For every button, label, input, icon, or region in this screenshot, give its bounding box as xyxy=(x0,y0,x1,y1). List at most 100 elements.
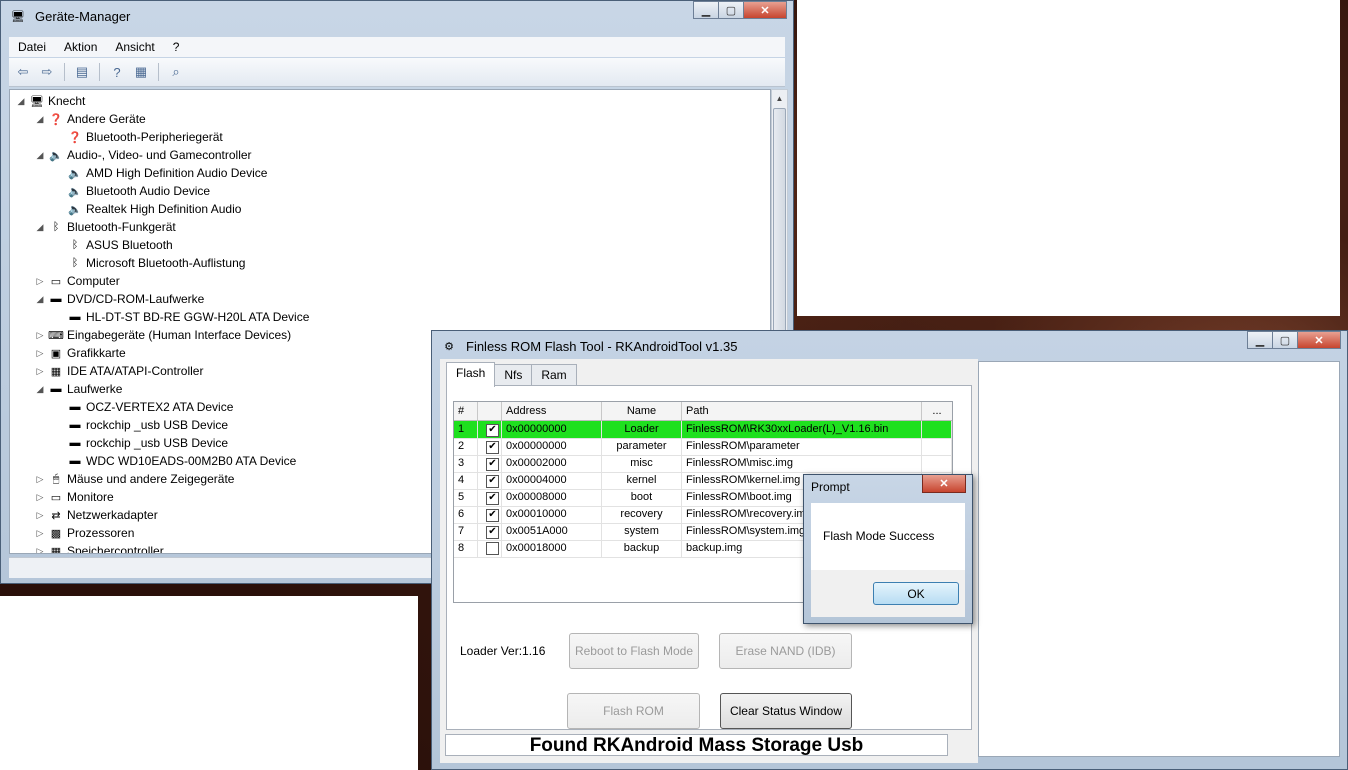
collapse-arrow-icon[interactable]: ◢ xyxy=(35,150,45,161)
prompt-footer: OK xyxy=(811,570,965,617)
row-checkbox[interactable]: ✔ xyxy=(478,455,502,472)
reboot-to-flash-mode-button[interactable]: Reboot to Flash Mode xyxy=(569,633,699,669)
tree-node[interactable]: 🔈 AMD High Definition Audio Device xyxy=(54,164,267,182)
back-arrow-icon[interactable]: ⇦ xyxy=(13,62,33,82)
rktool-maximize-button[interactable]: ▢ xyxy=(1272,331,1298,349)
tree-node[interactable]: ▷ ▩ Prozessoren xyxy=(35,524,135,542)
tree-node[interactable]: ▷ ⌨ Eingabegeräte (Human Interface Devices… xyxy=(35,326,292,344)
tree-node[interactable]: ▷ ⇄ Netzwerkadapter xyxy=(35,506,158,524)
close-button[interactable]: ✕ xyxy=(743,1,787,19)
rktool-titlebar[interactable]: ⚙ Finless ROM Flash Tool - RKAndroidTool… xyxy=(432,331,1347,361)
unknown-device-icon: ❓ xyxy=(49,113,63,126)
tree-node[interactable]: 🔈 Realtek High Definition Audio xyxy=(54,200,241,218)
row-checkbox[interactable]: ✔ xyxy=(478,472,502,489)
help-icon[interactable]: ? xyxy=(107,62,127,82)
rktool-minimize-button[interactable]: ▁ xyxy=(1247,331,1273,349)
show-hide-console-tree-icon[interactable]: ▤ xyxy=(72,62,92,82)
collapse-arrow-icon[interactable]: ◢ xyxy=(35,222,45,233)
tree-node[interactable]: ▷ ▦ Speichercontroller xyxy=(35,542,164,554)
expand-arrow-icon[interactable]: ▷ xyxy=(35,330,45,341)
menu-aktion[interactable]: Aktion xyxy=(55,40,106,54)
tree-node[interactable]: 🔈 Bluetooth Audio Device xyxy=(54,182,210,200)
row-checkbox[interactable]: ✔ xyxy=(478,489,502,506)
tab-ram[interactable]: Ram xyxy=(531,364,577,385)
forward-arrow-icon[interactable]: ⇨ xyxy=(37,62,57,82)
collapse-arrow-icon[interactable]: ◢ xyxy=(35,294,45,305)
checkbox[interactable]: ✔ xyxy=(486,526,499,539)
tree-node[interactable]: ◢ ❓ Andere Geräte xyxy=(35,110,146,128)
partition-row[interactable]: 2 ✔ 0x00000000 parameter FinlessROM\paramete… xyxy=(454,438,952,456)
rktool-close-button[interactable]: ✕ xyxy=(1297,331,1341,349)
row-checkbox[interactable] xyxy=(478,540,502,557)
expand-arrow-icon[interactable]: ▷ xyxy=(35,474,45,485)
tree-node[interactable]: ❓ Bluetooth-Peripheriegerät xyxy=(54,128,223,146)
expand-arrow-icon[interactable]: ▷ xyxy=(35,546,45,554)
expand-arrow-icon[interactable]: ▷ xyxy=(35,510,45,521)
menu-help[interactable]: ? xyxy=(164,40,189,54)
ok-button[interactable]: OK xyxy=(873,582,959,605)
device-manager-titlebar[interactable]: 🖥 Geräte-Manager xyxy=(1,1,793,31)
tree-node[interactable]: ▬ rockchip _usb USB Device xyxy=(54,416,229,434)
erase-nand-button[interactable]: Erase NAND (IDB) xyxy=(719,633,852,669)
checkbox[interactable]: ✔ xyxy=(486,424,499,437)
tree-node[interactable]: ▬ OCZ-VERTEX2 ATA Device xyxy=(54,398,234,416)
drive-icon: ▬ xyxy=(69,419,81,431)
maximize-button[interactable]: ▢ xyxy=(718,1,744,19)
tree-node[interactable]: ▬ rockchip _usb USB Device xyxy=(54,434,229,452)
menu-datei[interactable]: Datei xyxy=(9,40,55,54)
clear-status-window-button[interactable]: Clear Status Window xyxy=(720,693,852,729)
tab-nfs[interactable]: Nfs xyxy=(494,364,533,385)
checkbox[interactable]: ✔ xyxy=(486,458,499,471)
tree-node[interactable]: ◢ ▬ Laufwerke xyxy=(35,380,123,398)
row-browse[interactable] xyxy=(922,421,952,438)
tree-node-label: DVD/CD-ROM-Laufwerke xyxy=(67,292,205,306)
row-browse[interactable] xyxy=(922,455,952,472)
tree-node[interactable]: ▬ HL-DT-ST BD-RE GGW-H20L ATA Device xyxy=(54,308,310,326)
tree-node[interactable]: ▬ WDC WD10EADS-00M2B0 ATA Device xyxy=(54,452,297,470)
expand-arrow-icon[interactable]: ▷ xyxy=(35,276,45,287)
checkbox[interactable]: ✔ xyxy=(486,492,499,505)
expand-arrow-icon[interactable]: ▷ xyxy=(35,492,45,503)
row-checkbox[interactable]: ✔ xyxy=(478,438,502,455)
partition-row[interactable]: 3 ✔ 0x00002000 misc FinlessROM\misc.img xyxy=(454,455,952,473)
scroll-up-arrow-icon[interactable]: ▲ xyxy=(772,90,787,107)
row-checkbox[interactable]: ✔ xyxy=(478,421,502,438)
tree-node[interactable]: ▷ ▭ Computer xyxy=(35,272,120,290)
tab-flash[interactable]: Flash xyxy=(446,362,496,387)
row-browse[interactable] xyxy=(922,438,952,455)
partition-row[interactable]: 1 ✔ 0x00000000 Loader FinlessROM\RK30xxLoade… xyxy=(454,421,952,439)
expand-arrow-icon[interactable]: ▷ xyxy=(35,348,45,359)
status-output-panel[interactable] xyxy=(978,361,1340,757)
expand-arrow-icon[interactable]: ▷ xyxy=(35,366,45,377)
properties-icon[interactable]: ▦ xyxy=(131,62,151,82)
tree-node[interactable]: ◢ ▬ DVD/CD-ROM-Laufwerke xyxy=(35,290,205,308)
speaker-icon: 🔈 xyxy=(68,167,82,180)
scan-hardware-icon[interactable]: ⌕ xyxy=(166,62,186,82)
tree-node[interactable]: ◢ 🖥 Knecht xyxy=(16,92,86,110)
minimize-button[interactable]: ▁ xyxy=(693,1,719,19)
flash-rom-button[interactable]: Flash ROM xyxy=(567,693,700,729)
tree-node[interactable]: ◢ 🔈 Audio-, Video- und Gamecontroller xyxy=(35,146,252,164)
prompt-close-button[interactable]: ✕ xyxy=(922,475,966,493)
tree-node[interactable]: ▷ 🖱 Mäuse und andere Zeigegeräte xyxy=(35,470,235,488)
collapse-arrow-icon[interactable]: ◢ xyxy=(35,114,45,125)
tree-node[interactable]: ᛒ Microsoft Bluetooth-Auflistung xyxy=(54,254,246,272)
checkbox[interactable] xyxy=(486,542,499,555)
checkbox[interactable]: ✔ xyxy=(486,441,499,454)
row-checkbox[interactable]: ✔ xyxy=(478,506,502,523)
tree-node[interactable]: ◢ ᛒ Bluetooth-Funkgerät xyxy=(35,218,176,236)
display-adapter-icon: ▣ xyxy=(50,347,62,360)
checkbox[interactable]: ✔ xyxy=(486,509,499,522)
tree-node[interactable]: ▷ ▦ IDE ATA/ATAPI-Controller xyxy=(35,362,204,380)
expand-arrow-icon[interactable]: ▷ xyxy=(35,528,45,539)
checkbox[interactable]: ✔ xyxy=(486,475,499,488)
collapse-arrow-icon[interactable]: ◢ xyxy=(16,96,26,107)
tree-node[interactable]: ᛒ ASUS Bluetooth xyxy=(54,236,173,254)
tree-node-label: IDE ATA/ATAPI-Controller xyxy=(67,364,204,378)
menu-ansicht[interactable]: Ansicht xyxy=(106,40,163,54)
collapse-arrow-icon[interactable]: ◢ xyxy=(35,384,45,395)
tree-node[interactable]: ▷ ▣ Grafikkarte xyxy=(35,344,126,362)
tree-node[interactable]: ▷ ▭ Monitore xyxy=(35,488,114,506)
row-checkbox[interactable]: ✔ xyxy=(478,523,502,540)
hid-icon: ⌨ xyxy=(48,329,64,342)
